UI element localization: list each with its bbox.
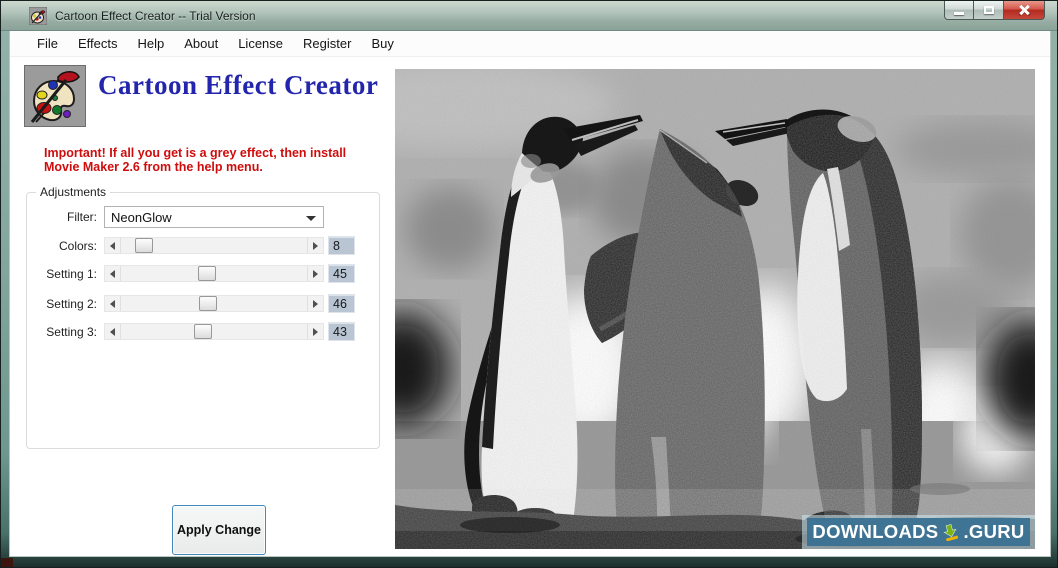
watermark-tld: .GURU — [963, 521, 1025, 542]
preview-image: DOWNLOADS .GURU — [395, 69, 1035, 549]
menu-item-help[interactable]: Help — [127, 33, 174, 54]
setting3-label: Setting 3: — [46, 325, 97, 339]
minimize-icon — [954, 11, 964, 15]
window-title: Cartoon Effect Creator -- Trial Version — [55, 8, 256, 23]
setting3-value: 43 — [328, 322, 355, 341]
setting3-slider-thumb[interactable] — [194, 324, 212, 339]
scroll-right-button[interactable] — [307, 324, 323, 339]
close-button[interactable] — [1003, 1, 1045, 20]
setting2-slider[interactable] — [104, 295, 324, 312]
arrow-right-icon — [313, 299, 318, 308]
menu-item-license[interactable]: License — [228, 33, 293, 54]
setting1-slider-thumb[interactable] — [198, 266, 216, 281]
arrow-left-icon — [110, 269, 115, 278]
arrow-right-icon — [313, 327, 318, 336]
menu-item-about[interactable]: About — [174, 33, 228, 54]
arrow-left-icon — [110, 241, 115, 250]
colors-label: Colors: — [58, 239, 97, 253]
setting3-slider[interactable] — [104, 323, 324, 340]
scroll-left-button[interactable] — [105, 266, 121, 281]
scroll-left-button[interactable] — [105, 324, 121, 339]
warning-text: Important! If all you get is a grey effe… — [44, 146, 346, 174]
watermark-band: DOWNLOADS .GURU — [807, 518, 1030, 546]
colors-value: 8 — [328, 236, 355, 255]
adjustments-group: Adjustments Filter: NeonGlow Colors: 8 S… — [26, 185, 380, 555]
arrow-right-icon — [313, 241, 318, 250]
menu-item-effects[interactable]: Effects — [68, 33, 128, 54]
filter-dropdown[interactable]: NeonGlow — [104, 206, 324, 228]
warning-line-1: Important! If all you get is a grey effe… — [44, 146, 347, 160]
main-content: Cartoon Effect Creator Important! If all… — [10, 57, 1050, 556]
adjustments-group-label: Adjustments — [36, 185, 111, 199]
minimize-button[interactable] — [944, 1, 974, 20]
menu-item-register[interactable]: Register — [293, 33, 361, 54]
filter-label: Filter: — [67, 210, 97, 224]
setting2-label: Setting 2: — [46, 297, 97, 311]
setting1-value: 45 — [328, 264, 355, 283]
setting2-slider-thumb[interactable] — [199, 296, 217, 311]
watermark-frame: DOWNLOADS .GURU — [802, 515, 1035, 549]
colors-slider[interactable] — [104, 237, 324, 254]
setting1-slider[interactable] — [104, 265, 324, 282]
setting1-label: Setting 1: — [46, 267, 97, 281]
window-controls — [944, 1, 1045, 20]
desktop-corner — [1, 558, 13, 567]
warning-line-2: Movie Maker 2.6 from the help menu. — [44, 160, 263, 174]
scroll-right-button[interactable] — [307, 266, 323, 281]
close-icon — [1018, 4, 1030, 16]
filter-selected-value: NeonGlow — [111, 209, 172, 225]
menu-item-buy[interactable]: Buy — [361, 33, 403, 54]
menubar: File Effects Help About License Register… — [10, 31, 1050, 57]
maximize-button[interactable] — [974, 1, 1003, 20]
apply-change-button[interactable]: Apply Change — [172, 505, 266, 555]
app-logo-palette-icon — [23, 64, 87, 128]
arrow-left-icon — [110, 327, 115, 336]
scroll-left-button[interactable] — [105, 238, 121, 253]
watermark-brand: DOWNLOADS — [812, 521, 939, 542]
download-icon — [942, 523, 959, 541]
scroll-left-button[interactable] — [105, 296, 121, 311]
menu-item-file[interactable]: File — [27, 33, 68, 54]
scroll-right-button[interactable] — [307, 238, 323, 253]
arrow-left-icon — [110, 299, 115, 308]
scroll-right-button[interactable] — [307, 296, 323, 311]
app-icon — [28, 6, 48, 25]
page-title: Cartoon Effect Creator — [98, 70, 379, 100]
arrow-right-icon — [313, 269, 318, 278]
maximize-icon — [983, 6, 994, 14]
app-window: Cartoon Effect Creator -- Trial Version … — [0, 0, 1058, 568]
colors-slider-thumb[interactable] — [135, 238, 153, 253]
chevron-down-icon — [306, 216, 316, 221]
setting2-value: 46 — [328, 294, 355, 313]
titlebar[interactable]: Cartoon Effect Creator -- Trial Version — [1, 1, 1057, 31]
window-body: File Effects Help About License Register… — [9, 31, 1051, 557]
